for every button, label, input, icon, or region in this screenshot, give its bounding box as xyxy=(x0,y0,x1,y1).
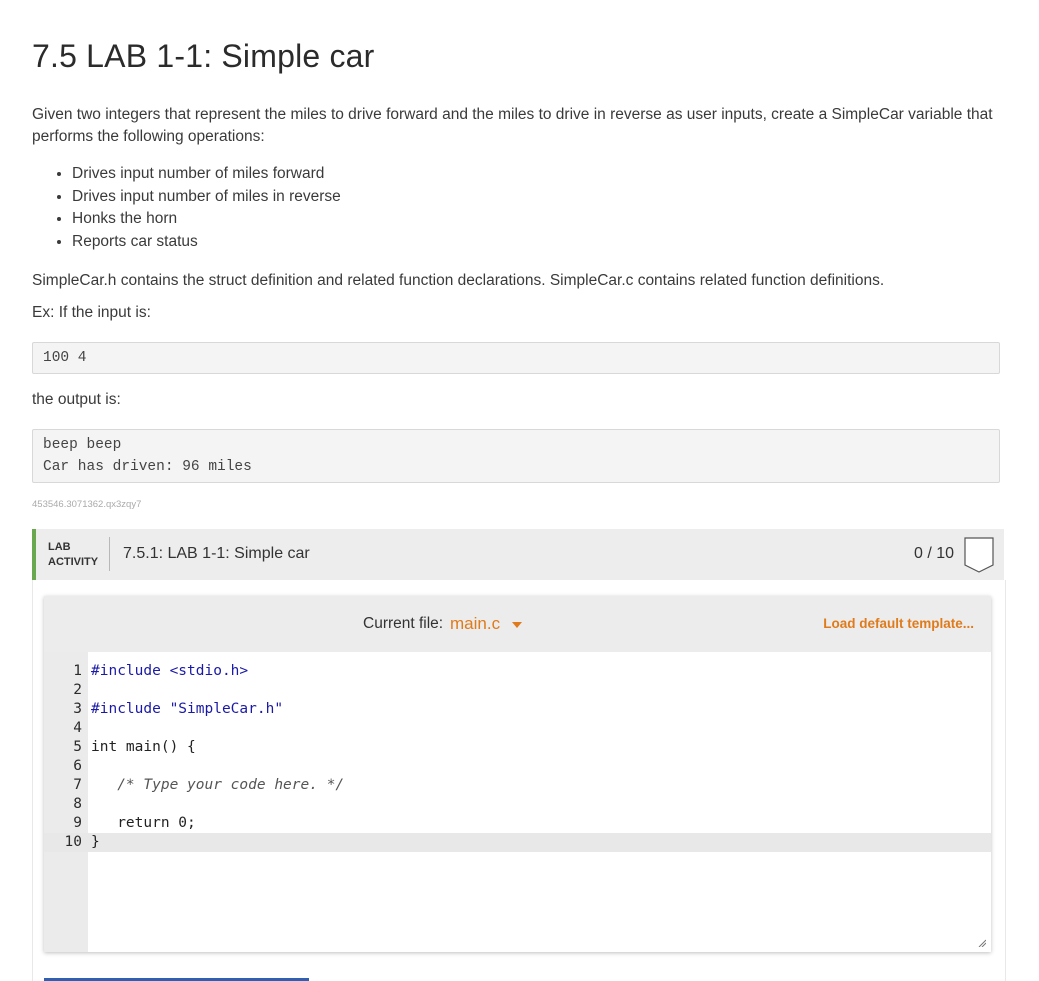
line-number: 7 xyxy=(73,777,82,793)
code-line[interactable]: #include <stdio.h> xyxy=(91,662,248,681)
list-item: Drives input number of miles in reverse xyxy=(72,186,341,209)
list-item: Honks the horn xyxy=(72,208,341,231)
operations-list: Drives input number of miles forward Dri… xyxy=(32,163,341,254)
divider xyxy=(109,537,110,571)
code-line[interactable]: int main() { xyxy=(91,738,196,757)
resize-handle-icon[interactable] xyxy=(978,939,986,947)
lab-activity-header: LAB ACTIVITY 7.5.1: LAB 1-1: Simple car … xyxy=(32,529,1004,580)
list-item: Reports car status xyxy=(72,231,341,254)
current-file-dropdown[interactable]: main.c xyxy=(450,614,500,634)
example-output-box: beep beep Car has driven: 96 miles xyxy=(32,429,1000,483)
example-output-line: Car has driven: 96 miles xyxy=(43,459,252,475)
line-number: 2 xyxy=(73,682,82,698)
intro-text: Given two integers that represent the mi… xyxy=(32,106,993,145)
line-number: 4 xyxy=(73,720,82,736)
page-title: 7.5 LAB 1-1: Simple car xyxy=(32,38,375,74)
lab-label-line: ACTIVITY xyxy=(48,556,99,568)
line-number: 8 xyxy=(73,796,82,812)
lab-title: 7.5.1: LAB 1-1: Simple car xyxy=(123,545,310,562)
code-line[interactable]: #include "SimpleCar.h" xyxy=(91,700,283,719)
lab-label-line: LAB xyxy=(48,541,71,553)
load-default-template-button[interactable]: Load default template... xyxy=(823,616,974,631)
example-intro: Ex: If the input is: xyxy=(32,304,151,321)
example-input-line: 100 4 xyxy=(43,350,87,366)
line-number: 3 xyxy=(73,701,82,717)
line-number: 10 xyxy=(64,834,82,850)
output-intro: the output is: xyxy=(32,391,121,408)
line-number: 6 xyxy=(73,758,82,774)
current-file-label: Current file: xyxy=(363,615,444,632)
files-note: SimpleCar.h contains the struct definiti… xyxy=(32,272,885,289)
list-item: Drives input number of miles forward xyxy=(72,163,341,186)
lab-activity-label: LAB ACTIVITY xyxy=(48,540,98,570)
problem-tag-id: 453546.3071362.qx3zqy7 xyxy=(32,499,142,510)
chevron-down-icon[interactable] xyxy=(512,622,522,628)
code-line[interactable]: return 0; xyxy=(91,814,196,833)
code-line[interactable]: } xyxy=(91,833,100,852)
line-number: 9 xyxy=(73,815,82,831)
code-editor: Current file: main.c Load default templa… xyxy=(44,596,991,952)
code-line[interactable]: /* Type your code here. */ xyxy=(91,776,344,795)
example-output-line: beep beep xyxy=(43,437,122,453)
line-number: 1 xyxy=(73,663,82,679)
lab-score: 0 / 10 xyxy=(913,545,954,562)
example-input-box: 100 4 xyxy=(32,342,1000,374)
editor-toolbar: Current file: main.c Load default templa… xyxy=(44,596,991,652)
completion-badge-icon xyxy=(964,537,994,573)
line-number: 5 xyxy=(73,739,82,755)
active-line-highlight xyxy=(44,833,991,852)
